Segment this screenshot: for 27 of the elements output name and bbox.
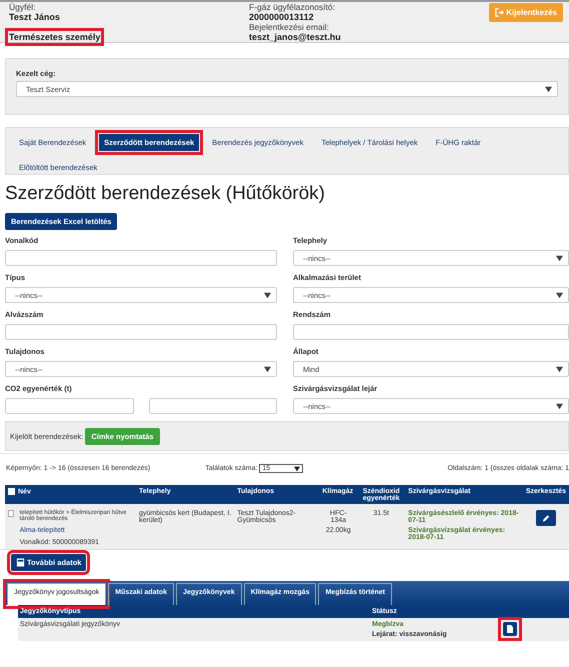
client-name: Teszt János: [9, 12, 61, 22]
dropdown-icon: [556, 254, 563, 262]
range-to-field[interactable]: [148, 398, 277, 414]
client-label: Ügyfél:: [9, 2, 36, 12]
email-label: Bejelentkezési email:: [249, 22, 330, 32]
input-field[interactable]: [5, 250, 277, 266]
fgas-id-label: F-gáz ügyfélazonosító:: [249, 2, 336, 12]
dropdown-icon: [545, 86, 552, 92]
row-checkbox[interactable]: [8, 510, 14, 517]
dropdown-icon: [294, 466, 300, 472]
edit-button[interactable]: [536, 510, 556, 526]
dropdown-icon: [264, 292, 271, 298]
dropdown-icon: [556, 292, 563, 298]
dropdown-icon: [264, 366, 271, 372]
dropdown-icon: [556, 366, 563, 372]
select-all-checkbox[interactable]: [8, 488, 15, 495]
page-heading: Szerződött berendezések (Hűtőkörök): [5, 183, 326, 205]
calculator-icon: [16, 558, 25, 567]
document-icon: [503, 622, 517, 636]
input-field[interactable]: [5, 324, 277, 340]
fgas-id: 2000000013112: [249, 12, 315, 22]
input-field[interactable]: [293, 324, 569, 340]
dropdown-icon: [556, 402, 563, 410]
pencil-icon: [542, 514, 550, 522]
login-email: teszt_janos@teszt.hu: [249, 32, 342, 42]
range-from-field[interactable]: [5, 398, 134, 414]
logout-icon: [495, 8, 504, 17]
